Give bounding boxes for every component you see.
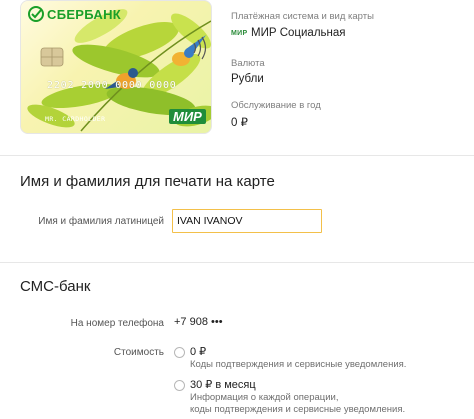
sberbank-logo-icon <box>28 6 44 22</box>
sms-paid-radio[interactable] <box>174 380 185 391</box>
card-image: СБЕРБАНК 2202 2000 0000 0000 MR. CARDHOL… <box>20 0 212 134</box>
name-section-title: Имя и фамилия для печати на карте <box>20 173 275 190</box>
latin-name-input[interactable] <box>172 209 322 233</box>
sms-paid-title[interactable]: 30 ₽ в месяц <box>190 378 256 391</box>
currency-value: Рубли <box>231 73 264 85</box>
card-holder: MR. CARDHOLDER <box>45 115 106 123</box>
service-value: 0 ₽ <box>231 117 248 129</box>
sms-paid-desc-line-1: Информация о каждой операции, <box>190 392 339 403</box>
payment-system-label: Платёжная система и вид карты <box>231 11 374 22</box>
card-brand: СБЕРБАНК <box>47 7 122 22</box>
sms-free-radio[interactable] <box>174 347 185 358</box>
mir-payment-logo: МИР <box>231 30 248 37</box>
divider-2 <box>0 262 474 263</box>
cost-label: Стоимость <box>113 347 164 358</box>
payment-system-value: МИР Социальная <box>251 27 346 39</box>
sms-free-title[interactable]: 0 ₽ <box>190 345 206 358</box>
latin-name-label: Имя и фамилия латиницей <box>38 216 164 227</box>
phone-label: На номер телефона <box>70 318 164 329</box>
sms-section-title: СМС-банк <box>20 278 91 295</box>
service-label: Обслуживание в год <box>231 100 321 111</box>
divider <box>0 155 474 156</box>
chip-icon <box>40 47 64 67</box>
sms-paid-desc-line-2: коды подтверждения и сервисные уведомлен… <box>190 404 406 415</box>
mir-logo: МИР <box>169 109 206 124</box>
currency-label: Валюта <box>231 58 265 69</box>
card-number: 2202 2000 0000 0000 <box>47 80 177 91</box>
sms-free-desc: Коды подтверждения и сервисные уведомлен… <box>190 359 407 370</box>
phone-value: +7 908 ••• <box>174 316 223 328</box>
